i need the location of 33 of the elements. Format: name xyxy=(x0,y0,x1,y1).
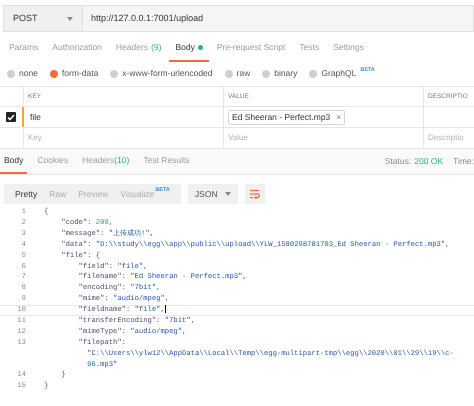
request-tab[interactable]: Body xyxy=(169,35,209,62)
text-cursor xyxy=(164,305,166,314)
format-dropdown[interactable]: JSON xyxy=(188,184,238,204)
view-mode-tab[interactable]: Pretty xyxy=(10,184,42,204)
checkbox[interactable] xyxy=(6,112,16,122)
wrap-lines-button[interactable] xyxy=(244,184,265,204)
url-field[interactable]: http://127.0.0.1:7001/upload xyxy=(83,5,474,32)
radio-label[interactable]: raw xyxy=(236,67,250,80)
radio-button[interactable] xyxy=(50,70,58,78)
status-label: Status: xyxy=(384,155,412,168)
time-label: Time: xyxy=(453,155,474,168)
file-chip[interactable]: Ed Sheeran - Perfect.mp3 × xyxy=(228,110,346,124)
radio-button[interactable] xyxy=(110,70,118,78)
key-field[interactable]: Key xyxy=(28,132,223,144)
radio-label[interactable]: form-data xyxy=(62,67,98,80)
method-dropdown[interactable]: POST xyxy=(3,5,83,32)
radio-button[interactable] xyxy=(262,70,270,78)
wrap-lines-icon xyxy=(249,189,260,199)
radio-label[interactable]: binary xyxy=(274,67,298,80)
status-value: 200 OK xyxy=(414,155,444,168)
caret-icon xyxy=(67,16,73,20)
value-field[interactable]: Value xyxy=(228,132,423,144)
radio-button[interactable] xyxy=(7,70,15,78)
radio-label[interactable]: x-www-form-urlencoded xyxy=(122,67,213,80)
response-tab[interactable]: Body xyxy=(0,149,28,174)
radio-button[interactable] xyxy=(224,70,233,78)
radio-button[interactable] xyxy=(309,70,318,78)
key-cell[interactable]: file xyxy=(30,110,41,124)
caret-icon xyxy=(224,192,231,196)
radio-label[interactable]: none xyxy=(19,67,38,80)
remove-icon[interactable]: × xyxy=(336,110,342,124)
radio-label[interactable]: GraphQL xyxy=(321,67,356,80)
description-field[interactable]: Descriptio xyxy=(428,132,474,144)
